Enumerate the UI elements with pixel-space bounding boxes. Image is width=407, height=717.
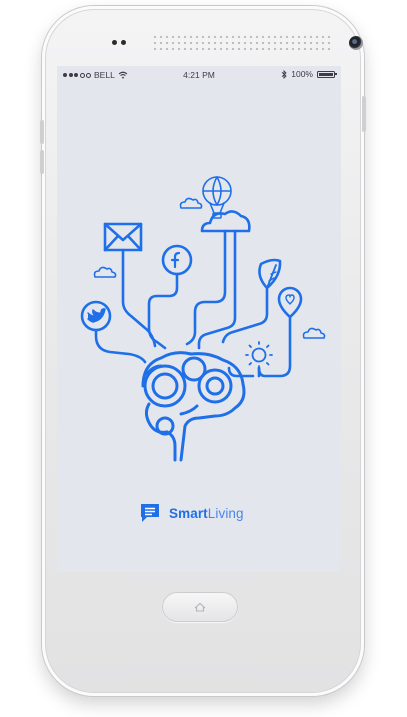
app-mockup: BELL 4:21 PM 100% SmartLiving bbox=[0, 0, 407, 717]
home-button[interactable] bbox=[162, 592, 238, 622]
brand-name: SmartLiving bbox=[169, 505, 244, 521]
smart-living-illustration bbox=[80, 176, 326, 462]
cloud-icon bbox=[93, 266, 117, 278]
app-screen: BELL 4:21 PM 100% SmartLiving bbox=[57, 66, 341, 572]
cloud-icon bbox=[200, 210, 251, 233]
heart-location-pin-icon bbox=[277, 286, 303, 319]
envelope-icon bbox=[103, 222, 143, 252]
twitter-bird-icon bbox=[80, 300, 112, 332]
sun-icon bbox=[245, 341, 273, 369]
facebook-icon bbox=[161, 244, 193, 276]
cloud-icon bbox=[179, 197, 203, 209]
speaker-grille bbox=[152, 34, 330, 52]
leaf-icon bbox=[258, 258, 282, 290]
home-icon bbox=[194, 602, 206, 612]
front-camera bbox=[349, 36, 363, 50]
power-button bbox=[362, 96, 366, 132]
brand-logo: SmartLiving bbox=[139, 502, 244, 524]
sensor-dots bbox=[112, 40, 126, 45]
cloud-icon bbox=[302, 327, 326, 339]
chat-bubble-icon bbox=[141, 504, 159, 522]
volume-down-button bbox=[40, 150, 44, 174]
volume-up-button bbox=[40, 120, 44, 144]
